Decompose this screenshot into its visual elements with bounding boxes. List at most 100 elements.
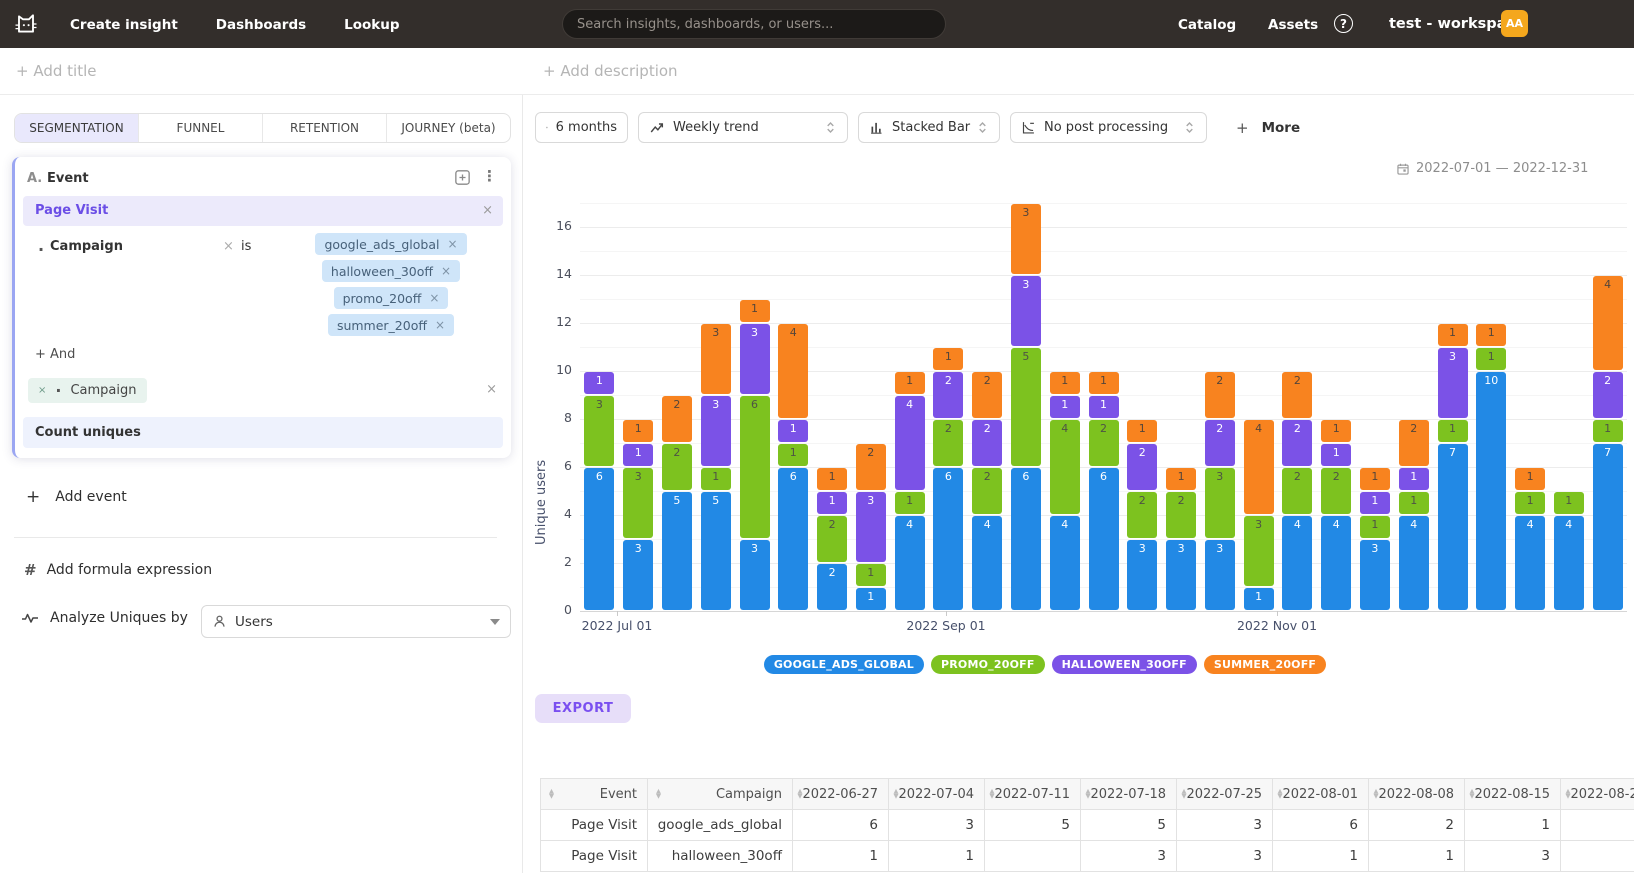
bar-segment[interactable]: 2	[1399, 420, 1429, 466]
sort-icon[interactable]: ▲▼	[549, 789, 554, 800]
remove-group-by-icon[interactable]: ×	[38, 385, 46, 396]
add-and-condition[interactable]: + And	[35, 347, 75, 362]
trend-select[interactable]: Weekly trend	[638, 112, 848, 143]
legend-pill[interactable]: PROMO_20OFF	[931, 655, 1045, 674]
bar-segment[interactable]: 6	[584, 468, 614, 610]
tab-segmentation[interactable]: SEGMENTATION	[15, 114, 139, 142]
remove-group-by-row-icon[interactable]: ×	[486, 382, 497, 397]
bar-segment[interactable]: 1	[1166, 468, 1196, 490]
add-description-placeholder[interactable]: + Add description	[543, 62, 678, 80]
nav-catalog[interactable]: Catalog	[1178, 17, 1236, 33]
bar-segment[interactable]: 1	[1438, 420, 1468, 442]
bar-segment[interactable]: 1	[623, 444, 653, 466]
bar-segment[interactable]: 1	[1360, 492, 1390, 514]
more-options-icon[interactable]: ⋮	[482, 167, 497, 185]
more-controls-button[interactable]: + More	[1236, 119, 1300, 137]
bar-segment[interactable]: 3	[623, 468, 653, 538]
table-header-cell[interactable]: ▲▼2022-08-22	[1561, 778, 1634, 810]
nav-dashboards[interactable]: Dashboards	[216, 17, 306, 33]
bar-segment[interactable]: 4	[1399, 516, 1429, 610]
bar-segment[interactable]: 3	[1127, 540, 1157, 610]
remove-event-icon[interactable]: ×	[482, 203, 493, 218]
bar-segment[interactable]: 2	[1593, 372, 1623, 418]
bar-segment[interactable]: 2	[1205, 372, 1235, 418]
bar-segment[interactable]: 3	[1205, 540, 1235, 610]
bar-segment[interactable]: 1	[1438, 324, 1468, 346]
filter-value-tag[interactable]: google_ads_global×	[315, 233, 466, 255]
filter-operator[interactable]: is	[241, 239, 251, 254]
bar-segment[interactable]: 1	[1554, 492, 1584, 514]
bar-segment[interactable]: 2	[1166, 492, 1196, 538]
bar-segment[interactable]: 6	[1089, 468, 1119, 610]
tab-funnel[interactable]: FUNNEL	[139, 114, 263, 142]
add-filter-icon[interactable]	[453, 168, 472, 191]
bar-segment[interactable]: 3	[1360, 540, 1390, 610]
filter-property[interactable]: Campaign	[50, 239, 123, 254]
bar-segment[interactable]: 2	[1282, 468, 1312, 514]
bar-segment[interactable]: 4	[1515, 516, 1545, 610]
bar-segment[interactable]: 2	[933, 372, 963, 418]
bar-segment[interactable]: 1	[778, 420, 808, 442]
bar-segment[interactable]: 1	[778, 444, 808, 466]
bar-segment[interactable]: 1	[1593, 420, 1623, 442]
add-formula-button[interactable]: # Add formula expression	[24, 561, 212, 579]
bar-segment[interactable]: 2	[1321, 468, 1351, 514]
bar-segment[interactable]: 2	[972, 420, 1002, 466]
bar-segment[interactable]: 2	[817, 516, 847, 562]
bar-segment[interactable]: 2	[662, 396, 692, 442]
bar-segment[interactable]: 6	[778, 468, 808, 610]
bar-segment[interactable]: 1	[1399, 468, 1429, 490]
filter-value-tag[interactable]: summer_20off×	[328, 314, 454, 336]
add-event-button[interactable]: + Add event	[26, 487, 127, 507]
bar-segment[interactable]: 1	[1127, 420, 1157, 442]
bar-segment[interactable]: 4	[1050, 420, 1080, 514]
bar-segment[interactable]: 2	[972, 468, 1002, 514]
bar-segment[interactable]: 2	[1089, 420, 1119, 466]
bar-segment[interactable]: 3	[740, 324, 770, 394]
analyze-by-select[interactable]: Users	[201, 605, 511, 638]
bar-segment[interactable]: 1	[623, 420, 653, 442]
bar-segment[interactable]: 1	[1321, 444, 1351, 466]
remove-value-icon[interactable]: ×	[448, 237, 458, 251]
bar-segment[interactable]: 3	[1244, 516, 1274, 586]
bar-segment[interactable]: 3	[1011, 204, 1041, 274]
bar-segment[interactable]: 1	[895, 372, 925, 394]
table-header-cell[interactable]: ▲▼2022-07-11	[985, 778, 1081, 810]
bar-segment[interactable]: 6	[933, 468, 963, 610]
bar-segment[interactable]: 3	[1166, 540, 1196, 610]
bar-segment[interactable]: 3	[856, 492, 886, 562]
tab-retention[interactable]: RETENTION	[263, 114, 387, 142]
bar-segment[interactable]: 7	[1593, 444, 1623, 610]
legend-pill[interactable]: GOOGLE_ADS_GLOBAL	[764, 655, 924, 674]
table-header-cell[interactable]: ▲▼2022-07-25	[1177, 778, 1273, 810]
bar-segment[interactable]: 2	[817, 564, 847, 610]
filter-value-tag[interactable]: promo_20off×	[334, 287, 449, 309]
add-title-placeholder[interactable]: + Add title	[16, 62, 96, 80]
bar-segment[interactable]: 1	[1089, 372, 1119, 394]
table-header-cell[interactable]: ▲▼2022-08-01	[1273, 778, 1369, 810]
bar-segment[interactable]: 5	[1011, 348, 1041, 466]
bar-segment[interactable]: 2	[1282, 372, 1312, 418]
bar-segment[interactable]: 1	[1476, 324, 1506, 346]
bar-segment[interactable]: 4	[778, 324, 808, 418]
bar-segment[interactable]: 3	[1438, 348, 1468, 418]
bar-segment[interactable]: 1	[1399, 492, 1429, 514]
bar-segment[interactable]: 5	[701, 492, 731, 610]
chart-type-select[interactable]: Stacked Bar	[858, 112, 1000, 143]
export-button[interactable]: EXPORT	[535, 694, 631, 723]
bar-segment[interactable]: 1	[1515, 468, 1545, 490]
bar-segment[interactable]: 1	[1089, 396, 1119, 418]
bar-segment[interactable]: 7	[1438, 444, 1468, 610]
avatar[interactable]: AA	[1501, 10, 1528, 37]
table-header-cell[interactable]: ▲▼2022-07-04	[889, 778, 985, 810]
bar-segment[interactable]: 4	[1554, 516, 1584, 610]
tab-journey[interactable]: JOURNEY (beta)	[387, 114, 510, 142]
bar-segment[interactable]: 10	[1476, 372, 1506, 610]
bar-segment[interactable]: 4	[895, 396, 925, 490]
nav-assets[interactable]: Assets	[1268, 17, 1318, 33]
bar-segment[interactable]: 1	[1515, 492, 1545, 514]
bar-segment[interactable]: 1	[817, 492, 847, 514]
help-icon[interactable]: ?	[1334, 14, 1353, 33]
table-header-cell[interactable]: ▲▼2022-08-08	[1369, 778, 1465, 810]
bar-segment[interactable]: 2	[662, 444, 692, 490]
